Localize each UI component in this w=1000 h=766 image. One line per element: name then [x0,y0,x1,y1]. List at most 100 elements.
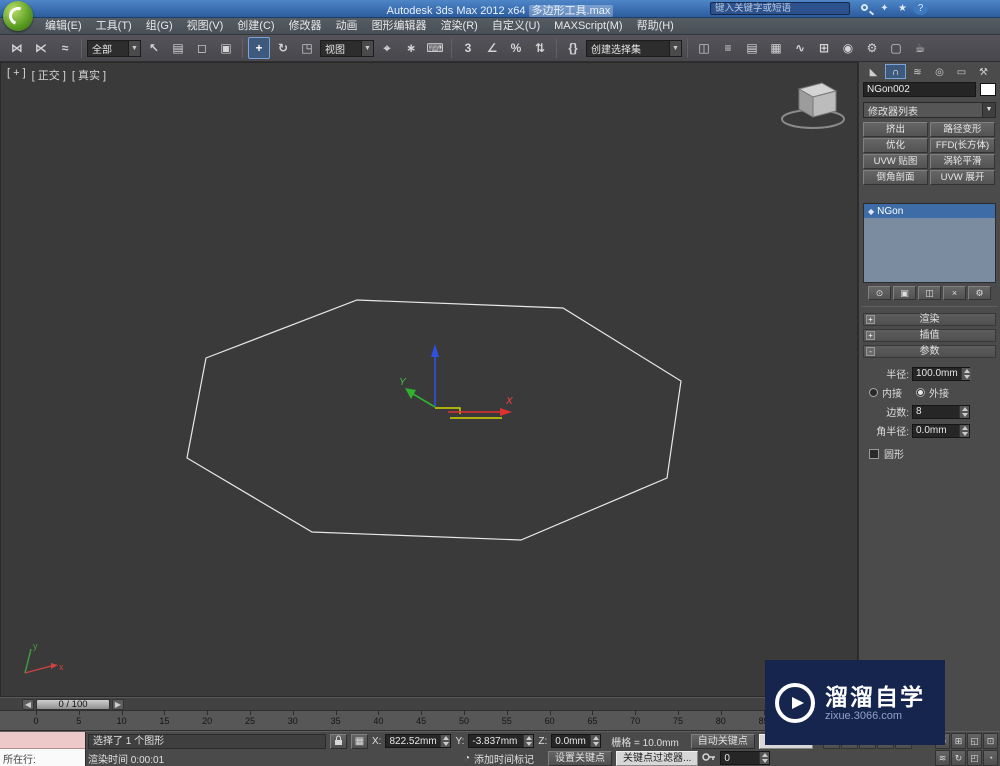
angle-snap-toggle-button[interactable]: ∠ [481,37,503,59]
selection-filter-dropdown[interactable]: 全部 ▼ [87,39,141,57]
edit-named-selection-sets-button[interactable]: {} [562,37,584,59]
orbit-button[interactable]: ↻ [951,750,966,766]
coord-z-spinner[interactable] [590,735,601,747]
select-and-rotate-button[interactable]: ↻ [272,37,294,59]
unlink-selection-button[interactable]: ⋉ [30,37,52,59]
rollout-interpolation[interactable]: + 插值 [863,329,996,342]
modifier-stack[interactable]: ◆ NGon [863,203,996,283]
corner-radius-field[interactable]: 0.0mm [912,423,970,438]
viewport-menu-pov[interactable]: [ 正交 ] [32,67,66,83]
macro-recorder-row[interactable] [0,732,85,749]
object-color-swatch[interactable] [980,83,996,96]
coord-y-spinner[interactable] [523,735,534,747]
absolute-offset-toggle[interactable]: ▦ [351,733,368,749]
menu-item-3[interactable]: 视图(V) [180,18,231,35]
set-key-button[interactable]: 设置关键点 [548,750,613,766]
select-and-link-button[interactable]: ⋈ [6,37,28,59]
search-input[interactable]: 键入关键字或短语 [710,2,850,15]
favorites-star-icon[interactable]: ★ [895,2,910,16]
rollout-interpolation-toggle[interactable]: + [866,331,875,340]
tab-display[interactable]: ▭ [951,64,972,79]
select-and-move-button[interactable]: + [248,37,270,59]
communication-center-icon[interactable]: ✦ [877,2,892,16]
sides-field[interactable]: 8 [912,404,970,419]
tab-create[interactable]: ◣ [863,64,884,79]
curve-editor-button[interactable]: ∿ [789,37,811,59]
select-by-name-button[interactable]: ▤ [167,37,189,59]
corner-radius-spinner[interactable] [959,424,969,437]
select-and-manipulate-button[interactable]: ∗ [400,37,422,59]
zoom-region-button[interactable]: ⊡ [983,733,998,749]
menu-item-4[interactable]: 创建(C) [230,18,281,35]
rollout-parameters-toggle[interactable]: - [866,347,875,356]
rollout-rendering[interactable]: + 渲染 [863,313,996,326]
modifier-button-6[interactable]: 倒角剖面 [863,170,928,185]
modifier-button-2[interactable]: 优化 [863,138,928,153]
tab-hierarchy[interactable]: ≋ [907,64,928,79]
rollout-rendering-toggle[interactable]: + [866,315,875,324]
window-crossing-toggle-button[interactable]: ▣ [215,37,237,59]
coord-x-field[interactable]: 822.52mm [385,734,452,748]
viewport-menu-shading[interactable]: [ 真实 ] [72,67,106,83]
zoom-all-button[interactable]: ⊞ [951,733,966,749]
bind-to-space-warp-button[interactable]: ≈ [54,37,76,59]
listener-row[interactable]: 所在行: [0,749,85,766]
spinner-snap-toggle-button[interactable]: ⇅ [529,37,551,59]
render-setup-button[interactable]: ⚙ [861,37,883,59]
zoom-extents-button[interactable]: ◱ [967,733,982,749]
rendered-frame-window-button[interactable]: ▢ [885,37,907,59]
tab-utilities[interactable]: ⚒ [973,64,994,79]
graphite-modeling-tools-button[interactable]: ▦ [765,37,787,59]
timeline-left-arrow[interactable]: ◀ [22,699,34,710]
time-slider-handle[interactable]: 0 / 100 [36,699,110,710]
radius-field[interactable]: 100.0mm [912,366,971,381]
coord-x-spinner[interactable] [440,735,451,747]
maximize-viewport-button[interactable]: ◰ [967,750,982,766]
pan-button[interactable]: ≋ [935,750,950,766]
tab-modify[interactable]: ∩ [885,64,906,79]
modifier-button-1[interactable]: 路径变形 [930,122,995,137]
viewport-canvas[interactable]: X Y x y [1,63,859,698]
maxscript-mini-listener[interactable]: 所在行: [0,732,86,766]
rollout-parameters[interactable]: - 参数 [863,345,996,358]
named-selection-sets-dropdown[interactable]: 创建选择集 ▼ [586,39,682,57]
menu-item-1[interactable]: 工具(T) [89,18,139,35]
make-unique-button[interactable]: ◫ [918,286,941,300]
object-name-field[interactable]: NGon002 [863,82,976,97]
menu-item-6[interactable]: 动画 [329,18,365,35]
tab-motion[interactable]: ◎ [929,64,950,79]
help-icon[interactable]: ? [913,2,928,15]
viewport[interactable]: [ + ] [ 正交 ] [ 真实 ] X Y x y [0,62,858,697]
modifier-button-7[interactable]: UVW 展开 [930,170,995,185]
add-time-tag[interactable]: 添加时间标记 [474,751,534,766]
modifier-button-4[interactable]: UVW 贴图 [863,154,928,169]
sides-spinner[interactable] [959,405,969,418]
schematic-view-button[interactable]: ⊞ [813,37,835,59]
menu-item-11[interactable]: 帮助(H) [630,18,681,35]
key-filters-button[interactable]: 关键点过滤器... [616,750,699,766]
reference-coordinate-system-dropdown[interactable]: 视图 ▼ [320,39,374,57]
application-menu-button[interactable] [3,1,33,31]
percent-snap-toggle-button[interactable]: % [505,37,527,59]
search-icon[interactable] [861,4,868,11]
timeline-right-arrow[interactable]: ▶ [112,699,124,710]
coord-z-field[interactable]: 0.0mm [551,734,602,748]
coord-y-field[interactable]: -3.837mm [468,734,535,748]
mirror-button[interactable]: ◫ [693,37,715,59]
menu-item-10[interactable]: MAXScript(M) [547,18,629,35]
auto-key-button[interactable]: 自动关键点 [690,733,755,749]
material-editor-button[interactable]: ◉ [837,37,859,59]
pin-stack-button[interactable]: ⊙ [868,286,891,300]
menu-item-9[interactable]: 自定义(U) [485,18,547,35]
viewcube[interactable] [781,82,845,129]
radius-spinner[interactable] [960,367,971,380]
inscribed-radio[interactable] [869,388,878,397]
viewport-menu-general[interactable]: [ + ] [7,67,26,83]
modifier-button-3[interactable]: FFD(长方体) [930,138,995,153]
circular-checkbox[interactable] [869,448,879,459]
key-icon[interactable] [702,752,716,765]
menu-item-5[interactable]: 修改器 [282,18,329,35]
rectangular-selection-region-button[interactable]: ◻ [191,37,213,59]
keyboard-shortcut-override-button[interactable]: ⌨ [424,37,446,59]
select-and-scale-button[interactable]: ◳ [296,37,318,59]
